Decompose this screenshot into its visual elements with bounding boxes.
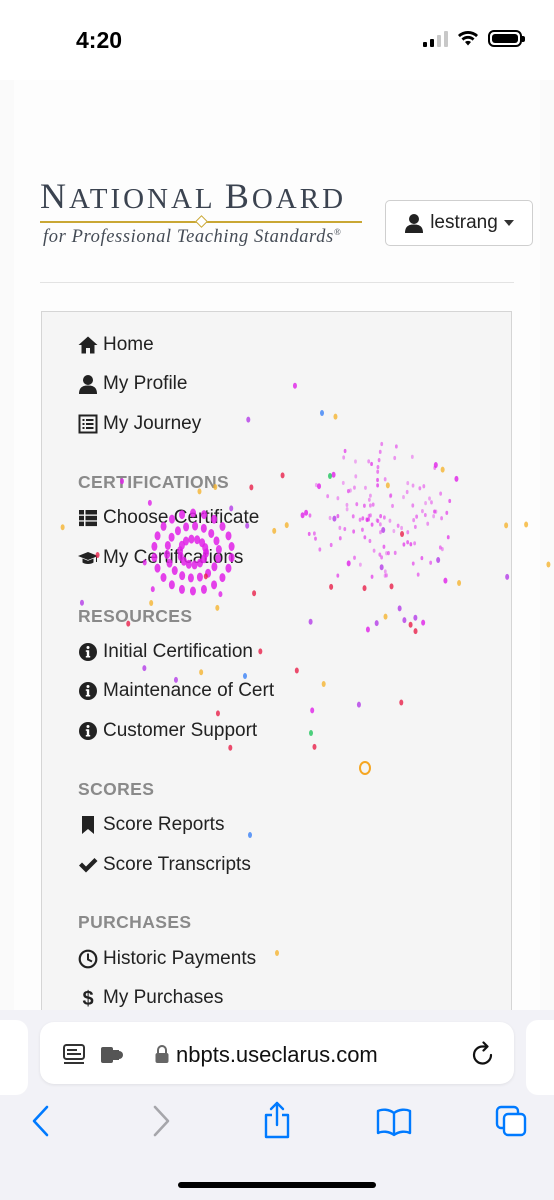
list-alt-icon [78, 414, 98, 434]
nav-item-label: My Profile [103, 373, 188, 394]
nav-item-score-transcripts[interactable]: Score Transcripts [78, 854, 251, 876]
nav-heading-certifications: CERTIFICATIONS [78, 472, 230, 492]
nav-item-label: Initial Certification [103, 641, 253, 662]
extensions-icon[interactable] [100, 1044, 124, 1066]
home-icon [78, 336, 98, 354]
battery-icon [488, 30, 525, 47]
nav-item-my-journey[interactable]: My Journey [78, 413, 201, 435]
nav-heading-resources: RESOURCES [78, 606, 193, 626]
sidebar-nav: Home My Profile My Journey CERTIFICATION… [41, 311, 512, 1031]
nav-item-home[interactable]: Home [78, 334, 154, 356]
logo-rule [40, 215, 362, 228]
info-icon [79, 682, 97, 700]
user-menu-button[interactable]: lestrang [385, 200, 533, 246]
header-divider [40, 282, 514, 283]
nav-item-my-certifications[interactable]: My Certifications [78, 547, 243, 569]
svg-text:$: $ [82, 988, 93, 1008]
clock-icon [78, 949, 98, 969]
nav-item-my-purchases[interactable]: $ My Purchases [78, 987, 223, 1009]
url-text[interactable]: nbpts.useclarus.com [176, 1042, 378, 1068]
logo-title: NATIONAL BOARD [40, 176, 347, 216]
nav-item-choose-certificate[interactable]: Choose Certificate [78, 507, 259, 529]
tabs-icon[interactable] [494, 1104, 528, 1138]
forward-icon [153, 1105, 170, 1137]
nav-item-label: Historic Payments [103, 948, 257, 969]
dollar-icon: $ [82, 988, 93, 1008]
user-menu-label: lestrang [430, 212, 498, 233]
nav-item-label: My Journey [103, 413, 202, 434]
nav-item-label: My Certifications [103, 547, 244, 568]
chevron-down-icon [503, 220, 514, 226]
home-indicator [178, 1182, 376, 1188]
nav-item-label: Maintenance of Cert [103, 680, 275, 701]
cellular-signal-icon [423, 30, 448, 47]
nav-item-historic-payments[interactable]: Historic Payments [78, 948, 256, 970]
nav-item-label: Score Reports [103, 814, 225, 835]
share-icon[interactable] [262, 1100, 292, 1140]
th-list-icon [79, 510, 97, 527]
nav-item-label: Customer Support [103, 720, 258, 741]
nav-item-label: Score Transcripts [103, 854, 251, 875]
next-tab-edge[interactable] [526, 1020, 554, 1095]
bookmark-icon [82, 816, 94, 834]
nav-heading-scores: SCORES [78, 779, 155, 799]
user-icon [405, 214, 424, 233]
status-bar: 4:20 [0, 0, 554, 80]
nav-item-label: My Purchases [103, 987, 224, 1008]
info-icon [79, 722, 97, 740]
graduation-cap-icon [78, 552, 98, 564]
nav-item-label: Choose Certificate [103, 507, 260, 528]
nav-item-maintenance-of-cert[interactable]: Maintenance of Cert [78, 680, 274, 702]
nav-item-score-reports[interactable]: Score Reports [78, 814, 224, 836]
user-icon [79, 375, 97, 394]
status-time: 4:20 [76, 27, 123, 53]
logo-subtitle: for Professional Teaching Standards® [43, 227, 342, 248]
nav-item-customer-support[interactable]: Customer Support [78, 720, 257, 742]
info-icon [79, 643, 97, 661]
reload-icon[interactable] [471, 1041, 495, 1067]
wifi-icon [458, 31, 478, 46]
nav-item-initial-certification[interactable]: Initial Certification [78, 641, 253, 663]
nav-item-label: Home [103, 334, 154, 355]
nav-heading-purchases: PURCHASES [78, 912, 192, 932]
back-icon[interactable] [30, 1104, 52, 1138]
nav-item-my-profile[interactable]: My Profile [78, 373, 187, 395]
nbpts-logo[interactable]: NATIONAL BOARD for Professional Teaching… [40, 175, 370, 248]
lock-icon [155, 1045, 169, 1063]
check-icon [79, 858, 98, 873]
bookmarks-icon[interactable] [376, 1107, 412, 1137]
reader-icon[interactable] [62, 1043, 86, 1067]
status-icons [423, 30, 525, 47]
previous-tab-edge[interactable] [0, 1020, 28, 1095]
